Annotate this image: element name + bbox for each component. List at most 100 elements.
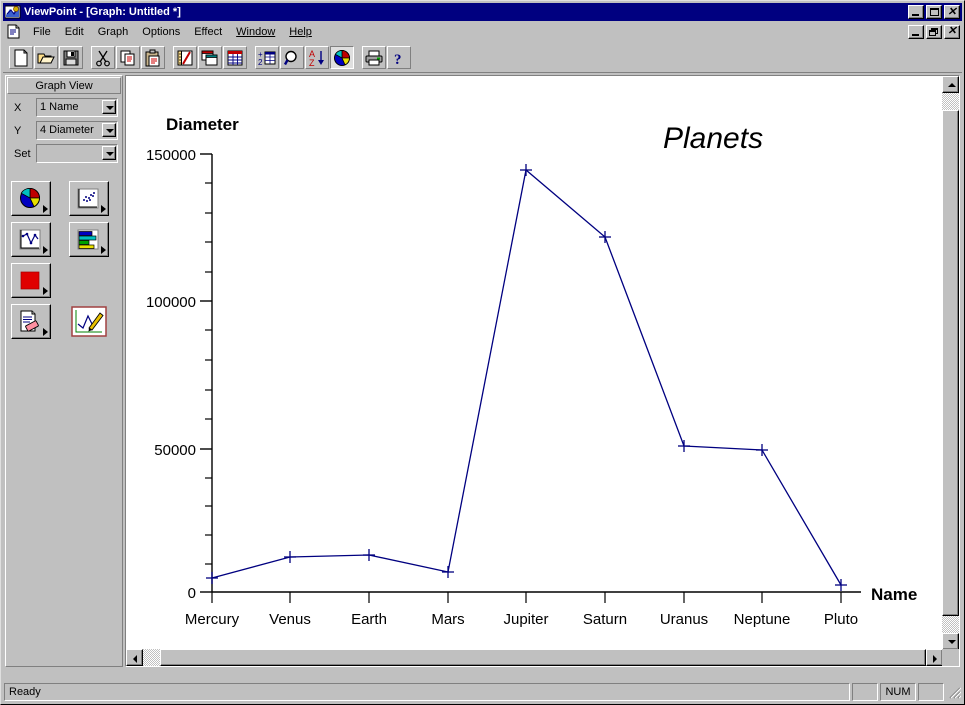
menu-bar: File Edit Graph Options Effect Window He… xyxy=(3,22,962,41)
window-title: ViewPoint - [Graph: Untitled *] xyxy=(24,6,181,18)
y-axis-value: 4 Diameter xyxy=(40,124,94,136)
clipboard-icon xyxy=(145,49,160,66)
bar-chart-type-button[interactable] xyxy=(69,222,109,257)
graph-view-panel: Graph View X 1 Name Y 4 Diameter Set xyxy=(5,75,123,667)
x-axis-value: 1 Name xyxy=(40,101,79,113)
menu-item-graph[interactable]: Graph xyxy=(91,24,136,40)
panel-title: Graph View xyxy=(7,77,121,94)
design-view-button[interactable] xyxy=(173,46,197,69)
maximize-button[interactable] xyxy=(926,5,942,19)
x-axis-tick-labels: Mercury Venus Earth Mars Jupiter Saturn … xyxy=(185,611,858,628)
menu-item-edit[interactable]: Edit xyxy=(58,24,91,40)
chart-title: Planets xyxy=(663,122,763,155)
grid-spacer xyxy=(69,263,117,298)
menu-item-window[interactable]: Window xyxy=(229,24,282,40)
status-bar: Ready NUM xyxy=(3,682,962,702)
menu-item-file[interactable]: File xyxy=(26,24,58,40)
title-bar: ViewPoint - [Graph: Untitled *] ✕ xyxy=(3,3,962,21)
x-axis-title: Name xyxy=(871,585,917,604)
menu-item-options[interactable]: Options xyxy=(135,24,187,40)
graph-view-button[interactable] xyxy=(330,46,354,69)
menu-item-effect[interactable]: Effect xyxy=(187,24,229,40)
new-document-icon xyxy=(14,49,28,66)
scatter-plot-icon xyxy=(77,188,99,208)
dropdown-marker-icon xyxy=(43,287,48,295)
horizontal-scrollbar[interactable] xyxy=(126,649,943,666)
chevron-down-icon[interactable] xyxy=(102,146,116,160)
save-button[interactable] xyxy=(59,46,83,69)
set-field[interactable] xyxy=(36,144,118,163)
y-tick-label: 50000 xyxy=(154,442,196,459)
set-label: Set xyxy=(14,147,31,160)
calculate-button[interactable]: + 2 xyxy=(255,46,279,69)
y-axis-label: Y xyxy=(14,124,22,137)
status-pane-3 xyxy=(918,683,944,701)
y-tick-label: 100000 xyxy=(146,294,196,311)
svg-text:Z: Z xyxy=(309,58,315,67)
close-button[interactable]: ✕ xyxy=(944,5,960,19)
y-axis-field[interactable]: 4 Diameter xyxy=(36,121,118,140)
x-tick-label: Mercury xyxy=(185,611,240,628)
x-tick-label: Saturn xyxy=(583,611,627,628)
series-line xyxy=(211,168,842,586)
vertical-scroll-thumb[interactable] xyxy=(942,110,959,616)
scroll-down-arrow-icon[interactable] xyxy=(942,633,959,650)
y-tick-label: 150000 xyxy=(146,147,196,164)
open-file-button[interactable] xyxy=(34,46,58,69)
status-pane-1 xyxy=(852,683,878,701)
horizontal-scroll-thumb[interactable] xyxy=(160,649,926,666)
scrollbar-corner xyxy=(942,649,959,666)
graph-pencil-icon xyxy=(71,306,107,337)
minimize-button[interactable] xyxy=(908,5,924,19)
chart-type-grid xyxy=(6,181,122,339)
paste-button[interactable] xyxy=(141,46,165,69)
graph-canvas[interactable]: Diameter Planets 150000 100000 50000 0 M… xyxy=(126,76,943,650)
scatter-chart-type-button[interactable] xyxy=(69,181,109,216)
pie-chart-icon xyxy=(20,187,40,208)
line-chart-type-button[interactable] xyxy=(11,222,51,257)
y-axis-tick-labels: 150000 100000 50000 0 xyxy=(146,147,196,602)
zoom-button[interactable] xyxy=(280,46,304,69)
area-chart-icon xyxy=(20,271,40,289)
toolbar-separator xyxy=(166,46,173,69)
table-view-button[interactable] xyxy=(223,46,247,69)
sort-ascending-button[interactable]: A Z xyxy=(305,46,329,69)
print-button[interactable] xyxy=(362,46,386,69)
scroll-left-arrow-icon[interactable] xyxy=(126,649,143,666)
mdi-child-window-controls: ✕ xyxy=(908,24,960,39)
status-pane-num: NUM xyxy=(880,683,916,701)
pie-chart-type-button[interactable] xyxy=(11,181,51,216)
x-axis-field[interactable]: 1 Name xyxy=(36,98,118,117)
clear-graph-button[interactable] xyxy=(11,304,51,339)
new-document-button[interactable] xyxy=(9,46,33,69)
area-chart-type-button[interactable] xyxy=(11,263,51,298)
cascade-windows-button[interactable] xyxy=(198,46,222,69)
chevron-down-icon[interactable] xyxy=(102,100,116,114)
scroll-up-arrow-icon[interactable] xyxy=(942,76,959,93)
scroll-right-arrow-icon[interactable] xyxy=(926,649,943,666)
x-tick-label: Jupiter xyxy=(503,611,548,628)
help-button[interactable]: ? xyxy=(387,46,411,69)
sort-az-icon: A Z xyxy=(309,49,324,67)
mdi-minimize-button[interactable] xyxy=(908,24,924,39)
x-axis-label: X xyxy=(14,101,22,114)
x-tick-label: Neptune xyxy=(734,611,791,628)
x-tick-label: Venus xyxy=(269,611,311,628)
document-icon[interactable] xyxy=(6,24,22,39)
question-mark-icon: ? xyxy=(394,52,402,67)
edit-graph-button[interactable] xyxy=(69,304,109,339)
menu-item-help[interactable]: Help xyxy=(282,24,319,40)
mdi-close-button[interactable]: ✕ xyxy=(944,24,960,39)
y-axis-title: Diameter xyxy=(166,115,239,134)
copy-button[interactable] xyxy=(116,46,140,69)
cut-button[interactable] xyxy=(91,46,115,69)
toolbar-separator xyxy=(355,46,362,69)
bar-chart-icon xyxy=(77,229,99,249)
application-window: ViewPoint - [Graph: Untitled *] ✕ File E… xyxy=(0,0,965,705)
chevron-down-icon[interactable] xyxy=(102,123,116,137)
vertical-scrollbar[interactable] xyxy=(942,76,959,650)
mdi-restore-button[interactable] xyxy=(926,24,942,39)
printer-icon xyxy=(365,50,383,65)
resize-grip-icon[interactable] xyxy=(947,685,962,699)
x-tick-label: Earth xyxy=(351,611,387,628)
